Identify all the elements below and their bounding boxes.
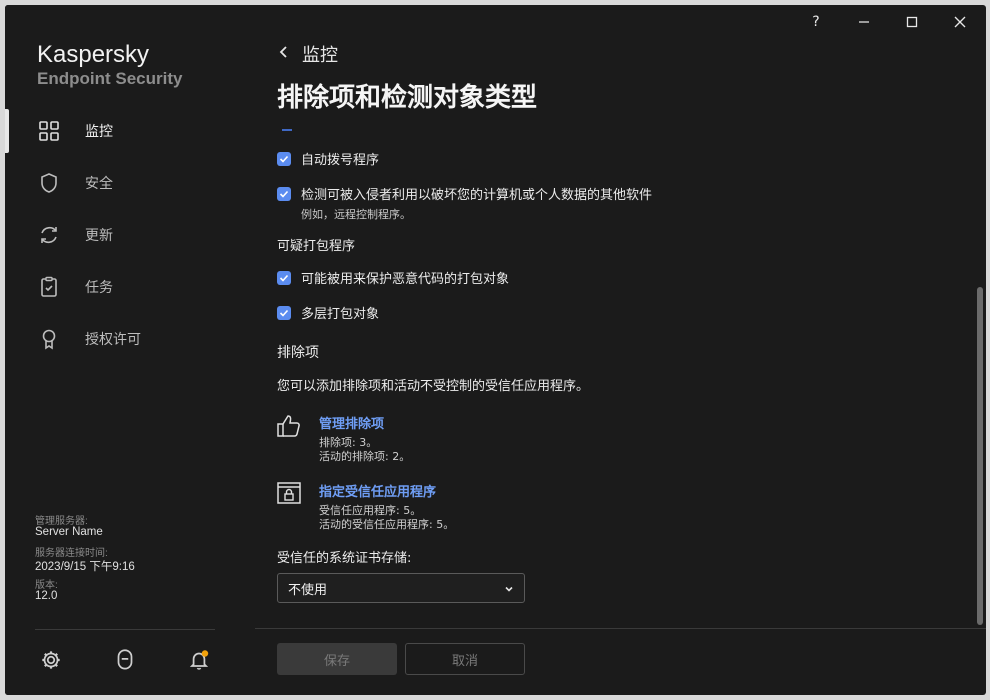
app-lock-icon	[277, 482, 301, 504]
section-title-exclusions: 排除项	[277, 345, 319, 361]
version-label: 版本:	[35, 580, 58, 591]
support-icon[interactable]	[112, 647, 138, 673]
clipboard-icon	[41, 276, 57, 297]
maximize-button[interactable]	[897, 11, 927, 33]
scrollbar-thumb[interactable]	[977, 287, 983, 625]
sidebar-item-security[interactable]: 安全	[5, 161, 255, 205]
help-icon: ?	[812, 14, 820, 30]
server-label: 管理服务器:	[35, 516, 88, 527]
cancel-button[interactable]: 取消	[405, 643, 525, 675]
checkbox-label: 可能被用来保护恶意代码的打包对象	[301, 272, 510, 287]
checkbox-checked-icon[interactable]	[277, 151, 291, 166]
app-window: ? Kaspersky Endpoint Security 监控 安全 更新 任…	[5, 5, 986, 695]
minimize-button[interactable]	[849, 11, 879, 33]
checkbox-checked-icon[interactable]	[277, 270, 291, 285]
connection-time-value: 2023/9/15 下午9:16	[35, 561, 135, 573]
scroll-fade-marker	[282, 129, 292, 131]
thumbs-up-icon	[277, 415, 300, 437]
checkbox-autodialers[interactable]: 自动拨号程序	[277, 149, 379, 168]
checkbox-checked-icon[interactable]	[277, 305, 291, 320]
brand-product: Endpoint Security	[37, 69, 183, 88]
refresh-icon	[41, 226, 57, 244]
dashboard-icon	[39, 121, 59, 141]
sidebar-item-label: 监控	[85, 124, 113, 140]
version-value: 12.0	[35, 590, 58, 602]
sidebar-item-label: 授权许可	[85, 332, 141, 348]
active-trusted-apps-count: 活动的受信任应用程序: 5。	[319, 518, 455, 531]
sidebar-item-label: 任务	[85, 280, 113, 296]
save-button[interactable]: 保存	[277, 643, 397, 675]
sidebar-item-license[interactable]: 授权许可	[5, 317, 255, 361]
section-title-packers: 可疑打包程序	[277, 239, 356, 254]
minimize-icon	[859, 21, 869, 23]
chevron-down-icon	[505, 586, 513, 592]
sidebar-item-monitor[interactable]: 监控	[5, 109, 255, 153]
checkbox-note: 例如，远程控制程序。	[301, 208, 411, 221]
sidebar-item-update[interactable]: 更新	[5, 213, 255, 257]
sidebar-item-label: 更新	[85, 228, 113, 244]
trusted-apps-count: 受信任应用程序: 5。	[319, 504, 422, 517]
shield-icon	[41, 173, 57, 193]
sidebar-item-tasks[interactable]: 任务	[5, 265, 255, 309]
sidebar-divider	[35, 629, 215, 630]
cert-store-value: 不使用	[288, 582, 328, 598]
sidebar: Kaspersky Endpoint Security 监控 安全 更新 任务 …	[5, 5, 255, 695]
help-button[interactable]: ?	[801, 11, 831, 33]
close-icon	[954, 16, 966, 28]
checkbox-checked-icon[interactable]	[277, 186, 291, 201]
license-icon	[42, 329, 56, 350]
exclusions-description: 您可以添加排除项和活动不受控制的受信任应用程序。	[277, 379, 590, 394]
exclusions-count: 排除项: 3。	[319, 436, 378, 449]
sidebar-item-label: 安全	[85, 176, 113, 192]
page-title: 排除项和检测对象类型	[277, 83, 538, 113]
close-button[interactable]	[945, 11, 975, 33]
server-value: Server Name	[35, 526, 103, 538]
connection-time-label: 服务器连接时间:	[35, 548, 108, 559]
checkbox-other-software[interactable]: 检测可被入侵者利用以破坏您的计算机或个人数据的其他软件	[277, 184, 652, 203]
maximize-icon	[906, 16, 918, 28]
checkbox-packed-objects[interactable]: 可能被用来保护恶意代码的打包对象	[277, 268, 509, 287]
cert-store-label: 受信任的系统证书存储:	[277, 551, 412, 566]
checkbox-label: 多层打包对象	[301, 307, 380, 322]
brand-name: Kaspersky	[37, 41, 150, 68]
trusted-apps-link[interactable]: 指定受信任应用程序	[319, 481, 436, 500]
footer-divider	[255, 628, 986, 629]
settings-gear-icon[interactable]	[38, 647, 64, 673]
manage-exclusions-link[interactable]: 管理排除项	[319, 413, 384, 432]
back-arrow-icon[interactable]	[277, 43, 291, 61]
active-exclusions-count: 活动的排除项: 2。	[319, 450, 411, 463]
cert-store-select[interactable]: 不使用	[277, 573, 525, 603]
notification-bell-icon[interactable]	[186, 647, 212, 673]
checkbox-label: 检测可被入侵者利用以破坏您的计算机或个人数据的其他软件	[301, 188, 653, 203]
checkbox-multipacked[interactable]: 多层打包对象	[277, 303, 379, 322]
breadcrumb[interactable]: 监控	[302, 41, 338, 67]
checkbox-label: 自动拨号程序	[301, 153, 380, 168]
